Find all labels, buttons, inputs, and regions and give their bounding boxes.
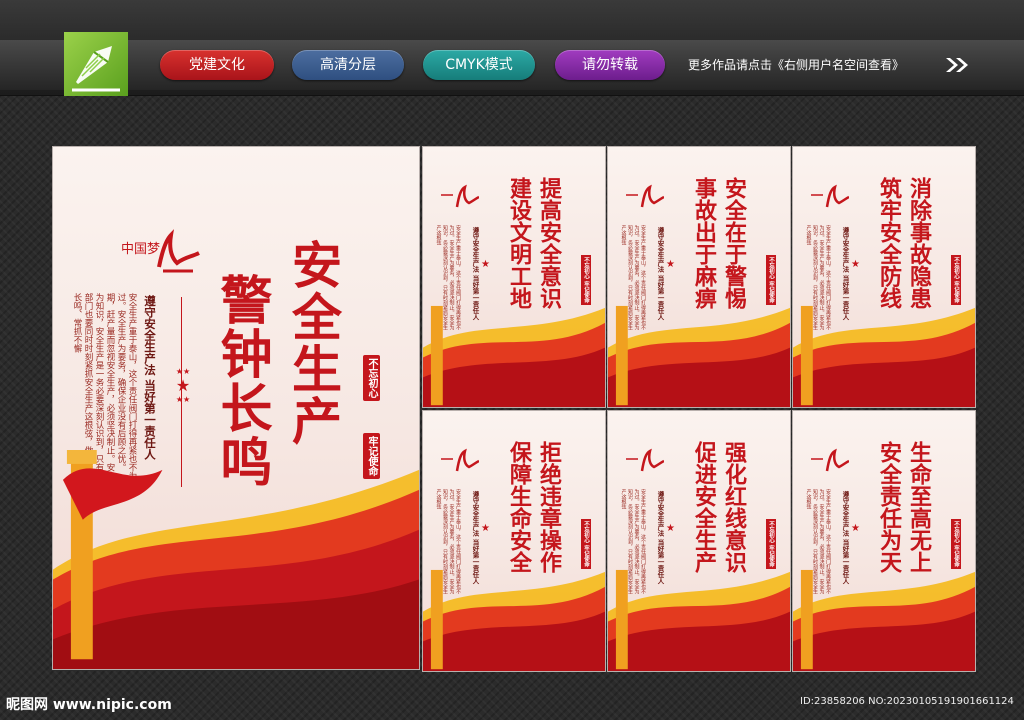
more-works-link[interactable]: 更多作品请点击《右侧用户名空间查看》: [688, 56, 904, 73]
small-poster-5: 强化红线意识 促进安全生产 安全生产重于泰山，这个责任阀门打得再紧也不为过。安全…: [607, 410, 791, 672]
tag-no-repost[interactable]: 请勿转载: [555, 50, 665, 80]
small-poster-5-line1: 强化红线意识: [721, 441, 747, 573]
double-chevron-right-icon[interactable]: [944, 56, 970, 74]
small-poster-6-line2: 安全责任为天: [876, 441, 902, 573]
small-poster-4: 拒绝违章操作 保障生命安全 安全生产重于泰山，这个责任阀门打得再紧也不为过。安全…: [422, 410, 606, 672]
red-ribbon-decoration: [53, 449, 419, 669]
star-decoration-icon: ★★ ★ ★★: [175, 367, 191, 404]
small-poster-2-line2: 事故出于麻痹: [691, 177, 717, 309]
star-decoration-icon: ★: [481, 259, 490, 270]
star-decoration-icon: ★: [851, 259, 860, 270]
main-title-line1: 安全生产: [284, 239, 343, 447]
china-dream-logo-text: 中国梦: [121, 242, 160, 257]
small-poster-4-line1: 拒绝违章操作: [536, 441, 562, 573]
red-ribbon-decoration: [793, 562, 975, 671]
top-banner: 党建文化 高清分层 CMYK模式 请勿转载 更多作品请点击《右侧用户名空间查看》: [0, 0, 1024, 96]
small-poster-3-line2: 筑牢安全防线: [876, 177, 902, 309]
small-poster-3-line1: 消除事故隐患: [906, 177, 932, 309]
small-poster-6-line1: 生命至高无上: [906, 441, 932, 573]
small-poster-1-line1: 提高安全意识: [536, 177, 562, 309]
red-ribbon-decoration: [793, 298, 975, 407]
china-dream-logo-icon: [811, 184, 849, 208]
red-ribbon-decoration: [608, 298, 790, 407]
star-decoration-icon: ★: [666, 523, 675, 534]
small-poster-2: 安全在于警惕 事故出于麻痹 安全生产重于泰山，这个责任阀门打得再紧也不为过。安全…: [607, 146, 791, 408]
star-decoration-icon: ★: [481, 523, 490, 534]
site-watermark: 昵图网 www.nipic.com: [6, 697, 172, 713]
small-poster-4-line2: 保障生命安全: [506, 441, 532, 573]
small-poster-6: 生命至高无上 安全责任为天 安全生产重于泰山，这个责任阀门打得再紧也不为过。安全…: [792, 410, 976, 672]
china-dream-logo-icon: [811, 448, 849, 472]
china-dream-logo-icon: [441, 184, 479, 208]
image-id-text: ID:23858206 NO:20230105191901661124: [800, 696, 1014, 707]
main-law-text: 遵守安全生产法 当好第一责任人: [143, 295, 157, 461]
main-poster: 中国梦 安全生产 警钟长鸣 安全生产重于泰山，这个责任阀门打得再紧也不为过。安全…: [52, 146, 420, 670]
star-decoration-icon: ★: [851, 523, 860, 534]
small-poster-1-line2: 建设文明工地: [506, 177, 532, 309]
tag-cmyk-mode[interactable]: CMYK模式: [423, 50, 535, 80]
pen-nib-logo-icon: [64, 32, 128, 96]
china-dream-logo-icon: [626, 448, 664, 472]
seal-stamp-1: 不忘初心: [363, 355, 380, 401]
tag-hd-layers[interactable]: 高清分层: [292, 50, 404, 80]
small-poster-5-line2: 促进安全生产: [691, 441, 717, 573]
china-dream-logo-icon: [626, 184, 664, 208]
star-decoration-icon: ★: [666, 259, 675, 270]
tag-party-culture[interactable]: 党建文化: [160, 50, 274, 80]
small-poster-3: 消除事故隐患 筑牢安全防线 安全生产重于泰山，这个责任阀门打得再紧也不为过。安全…: [792, 146, 976, 408]
poster-board: 中国梦 安全生产 警钟长鸣 安全生产重于泰山，这个责任阀门打得再紧也不为过。安全…: [52, 146, 976, 672]
red-ribbon-decoration: [423, 298, 605, 407]
red-ribbon-decoration: [608, 562, 790, 671]
china-dream-logo-icon: [441, 448, 479, 472]
small-poster-2-line1: 安全在于警惕: [721, 177, 747, 309]
red-ribbon-decoration: [423, 562, 605, 671]
china-dream-logo-icon: 中国梦: [121, 229, 200, 273]
small-poster-1: 提高安全意识 建设文明工地 安全生产重于泰山，这个责任阀门打得再紧也不为过。安全…: [422, 146, 606, 408]
